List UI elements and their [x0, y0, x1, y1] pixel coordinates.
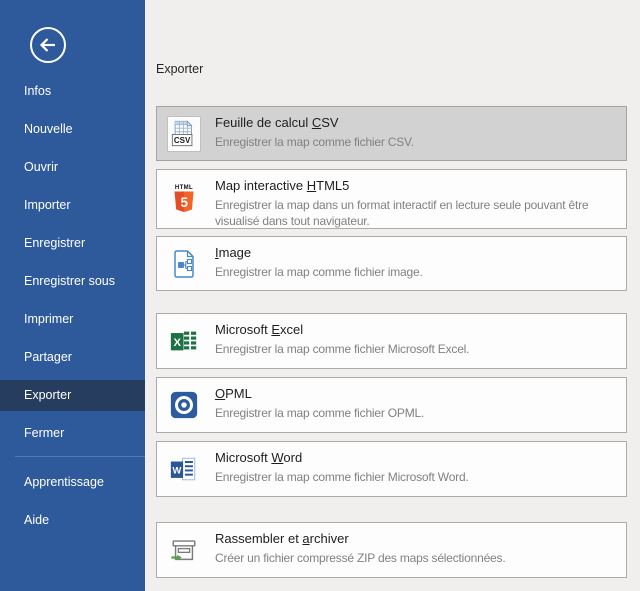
html5-icon-frame: HTML 5 [167, 181, 201, 217]
sidebar-item-partager[interactable]: Partager [0, 342, 145, 373]
backstage-view: Infos Nouvelle Ouvrir Importer Enregistr… [0, 0, 640, 591]
export-option-description: Enregistrer la map comme fichier CSV. [215, 134, 621, 150]
export-panel: Exporter CSV Feuille de calcul CSV Enreg… [145, 0, 640, 591]
export-option-word[interactable]: W Microsoft Word Enregistrer la map comm… [156, 441, 627, 497]
sidebar-item-exporter[interactable]: Exporter [0, 380, 145, 411]
sidebar-item-fermer[interactable]: Fermer [0, 418, 145, 449]
export-option-texts: Map interactive HTML5 Enregistrer la map… [215, 177, 621, 229]
export-option-title: Feuille de calcul CSV [215, 114, 621, 131]
sidebar: Infos Nouvelle Ouvrir Importer Enregistr… [0, 0, 145, 591]
export-option-texts: Image Enregistrer la map comme fichier i… [215, 244, 621, 280]
sidebar-separator [15, 456, 145, 457]
opml-icon-frame [167, 387, 201, 423]
export-option-texts: Rassembler et archiver Créer un fichier … [215, 530, 621, 566]
svg-text:CSV: CSV [174, 136, 191, 145]
export-option-image[interactable]: Image Enregistrer la map comme fichier i… [156, 236, 627, 291]
back-button[interactable] [28, 25, 68, 65]
export-option-title: Image [215, 244, 621, 261]
export-option-title: Map interactive HTML5 [215, 177, 621, 194]
export-option-opml[interactable]: OPML Enregistrer la map comme fichier OP… [156, 377, 627, 433]
svg-text:5: 5 [180, 195, 188, 210]
export-option-texts: Microsoft Excel Enregistrer la map comme… [215, 321, 621, 357]
csv-icon: CSV [170, 119, 198, 149]
csv-icon-frame: CSV [167, 116, 201, 152]
opml-icon [169, 390, 199, 420]
export-option-title: OPML [215, 385, 621, 402]
html5-icon: HTML 5 [169, 183, 199, 215]
export-option-texts: OPML Enregistrer la map comme fichier OP… [215, 385, 621, 421]
export-option-description: Enregistrer la map dans un format intera… [215, 197, 621, 229]
sidebar-item-apprentissage[interactable]: Apprentissage [0, 467, 145, 498]
sidebar-nav: Infos Nouvelle Ouvrir Importer Enregistr… [0, 76, 145, 543]
image-icon [169, 248, 199, 280]
excel-icon: X [169, 326, 199, 356]
export-option-description: Créer un fichier compressé ZIP des maps … [215, 550, 621, 566]
word-icon: W [169, 454, 199, 484]
sidebar-item-imprimer[interactable]: Imprimer [0, 304, 145, 335]
word-icon-frame: W [167, 451, 201, 487]
export-option-csv[interactable]: CSV Feuille de calcul CSV Enregistrer la… [156, 106, 627, 161]
image-icon-frame [167, 246, 201, 282]
sidebar-item-importer[interactable]: Importer [0, 190, 145, 221]
export-option-texts: Microsoft Word Enregistrer la map comme … [215, 449, 621, 485]
svg-text:HTML: HTML [175, 185, 193, 191]
archive-icon [169, 535, 199, 565]
export-option-description: Enregistrer la map comme fichier Microso… [215, 341, 621, 357]
export-option-title: Rassembler et archiver [215, 530, 621, 547]
export-option-title: Microsoft Excel [215, 321, 621, 338]
export-option-excel[interactable]: X Microsoft Excel Enregistrer la map com… [156, 313, 627, 369]
sidebar-item-enregistrer-sous[interactable]: Enregistrer sous [0, 266, 145, 297]
sidebar-item-aide[interactable]: Aide [0, 505, 145, 536]
sidebar-item-infos[interactable]: Infos [0, 76, 145, 107]
svg-text:X: X [173, 337, 181, 349]
export-option-description: Enregistrer la map comme fichier image. [215, 264, 621, 280]
export-option-archive[interactable]: Rassembler et archiver Créer un fichier … [156, 522, 627, 578]
sidebar-item-enregistrer[interactable]: Enregistrer [0, 228, 145, 259]
svg-text:W: W [173, 466, 182, 476]
excel-icon-frame: X [167, 323, 201, 359]
sidebar-item-nouvelle[interactable]: Nouvelle [0, 114, 145, 145]
archive-icon-frame [167, 532, 201, 568]
export-option-html5[interactable]: HTML 5 Map interactive HTML5 Enregistrer… [156, 169, 627, 229]
export-option-texts: Feuille de calcul CSV Enregistrer la map… [215, 114, 621, 150]
export-option-description: Enregistrer la map comme fichier Microso… [215, 469, 621, 485]
sidebar-item-ouvrir[interactable]: Ouvrir [0, 152, 145, 183]
page-title: Exporter [156, 62, 203, 76]
export-option-title: Microsoft Word [215, 449, 621, 466]
back-arrow-icon [28, 25, 68, 65]
export-option-description: Enregistrer la map comme fichier OPML. [215, 405, 621, 421]
